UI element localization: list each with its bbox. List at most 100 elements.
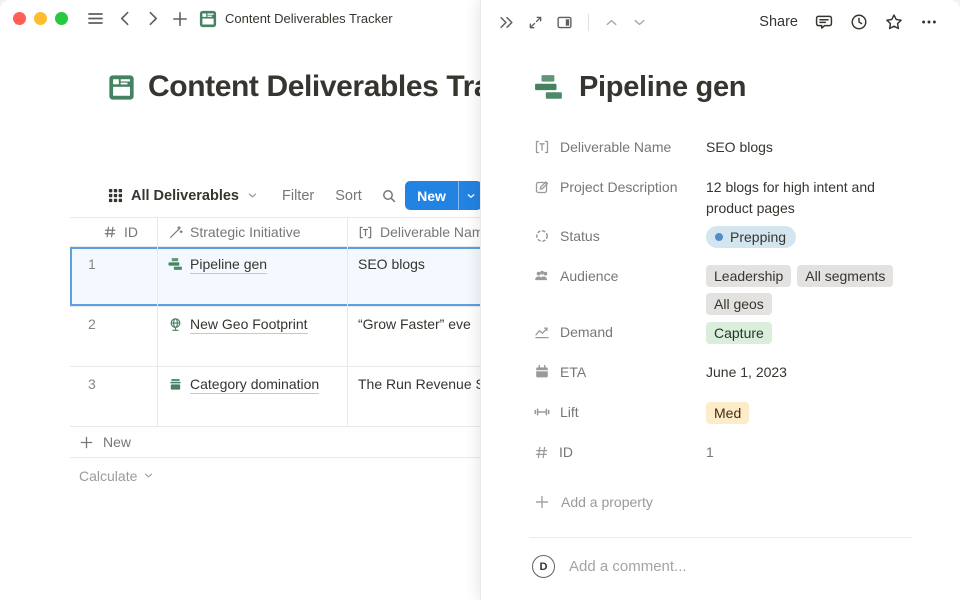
- star-icon[interactable]: [885, 13, 903, 31]
- tag-pill[interactable]: Leadership: [706, 265, 791, 287]
- expand-diagonal-icon[interactable]: [528, 15, 543, 30]
- sort-button[interactable]: Sort: [335, 188, 362, 204]
- view-toolbar: All Deliverables Filter Sort: [108, 181, 430, 210]
- table-row[interactable]: 1 Pipeline gen SEO blogs: [70, 247, 481, 307]
- cell-strategic-initiative[interactable]: Pipeline gen: [158, 247, 348, 306]
- property-value[interactable]: Med: [706, 401, 914, 424]
- property-label[interactable]: Audience: [534, 265, 706, 287]
- property-name: Project Description: [560, 179, 678, 195]
- cell-id[interactable]: 3: [70, 367, 158, 426]
- property-row-project-description: Project Description 12 blogs for high in…: [534, 176, 944, 219]
- select-pill[interactable]: Capture: [706, 322, 772, 344]
- titlebar: Content Deliverables Tracker: [0, 0, 481, 37]
- filter-button[interactable]: Filter: [282, 188, 314, 204]
- property-label[interactable]: Deliverable Name: [534, 136, 706, 158]
- database-icon: [199, 10, 217, 28]
- minimize-window-button[interactable]: [34, 12, 47, 25]
- wand-icon: [168, 225, 183, 240]
- page-peek-panel: Share Pipeline gen: [480, 0, 960, 600]
- property-value[interactable]: Leadership All segments All geos: [706, 265, 914, 315]
- page-link[interactable]: Pipeline gen: [190, 256, 267, 274]
- property-name: Deliverable Name: [560, 139, 671, 155]
- forward-icon[interactable]: [144, 10, 161, 27]
- add-row-button[interactable]: New: [70, 427, 481, 458]
- property-label[interactable]: ID: [534, 441, 706, 463]
- edit-icon: [534, 179, 550, 195]
- property-value[interactable]: 12 blogs for high intent and product pag…: [706, 176, 914, 219]
- column-header-strategic-initiative[interactable]: Strategic Initiative: [158, 218, 348, 246]
- column-header-deliverable-name[interactable]: Deliverable Name: [348, 218, 481, 246]
- panel-page-title[interactable]: Pipeline gen: [579, 71, 746, 104]
- page-title[interactable]: Content Deliverables Tracker: [148, 70, 481, 104]
- page-link[interactable]: Category domination: [190, 376, 319, 394]
- property-label[interactable]: Demand: [534, 321, 706, 343]
- add-property-button[interactable]: Add a property: [534, 485, 944, 519]
- sidebar-menu-icon[interactable]: [86, 9, 105, 28]
- view-selector[interactable]: All Deliverables: [108, 188, 258, 204]
- people-icon: [534, 268, 550, 284]
- column-header-id[interactable]: ID: [70, 218, 158, 246]
- comment-composer[interactable]: D Add a comment...: [532, 555, 687, 578]
- property-row-audience: Audience Leadership All segments All geo…: [534, 265, 944, 315]
- new-tab-icon[interactable]: [171, 10, 189, 28]
- property-label[interactable]: ETA: [534, 361, 706, 383]
- cell-deliverable-name[interactable]: “Grow Faster” eve: [348, 307, 481, 366]
- database-table: ID Strategic Initiative Deliverable Name…: [70, 217, 481, 493]
- add-property-label: Add a property: [561, 494, 653, 510]
- table-row[interactable]: 2 New Geo Footprint “Grow Faster” eve: [70, 307, 481, 367]
- comment-bubble-icon[interactable]: [815, 13, 833, 31]
- archive-icon: [168, 377, 183, 392]
- dumbbell-icon: [534, 404, 550, 420]
- property-value[interactable]: 1: [706, 441, 914, 463]
- status-pill[interactable]: Prepping: [706, 226, 796, 248]
- tag-pill[interactable]: All segments: [797, 265, 893, 287]
- property-name: ETA: [560, 364, 586, 380]
- chart-icon: [534, 324, 550, 340]
- gantt-chart-icon: [534, 73, 564, 103]
- property-label[interactable]: Status: [534, 225, 706, 247]
- double-chevron-right-icon[interactable]: [498, 14, 515, 31]
- chevron-up-icon[interactable]: [604, 15, 619, 30]
- cell-id[interactable]: 1: [70, 247, 158, 306]
- comment-input[interactable]: Add a comment...: [569, 558, 687, 575]
- property-label[interactable]: Project Description: [534, 176, 706, 198]
- search-icon[interactable]: [381, 188, 397, 204]
- close-window-button[interactable]: [13, 12, 26, 25]
- select-pill[interactable]: Med: [706, 402, 749, 424]
- window-title: Content Deliverables Tracker: [225, 11, 393, 26]
- cell-id[interactable]: 2: [70, 307, 158, 366]
- table-row[interactable]: 3 Category domination The Run Revenue S: [70, 367, 481, 427]
- property-value[interactable]: Capture: [706, 321, 914, 344]
- share-button[interactable]: Share: [759, 14, 798, 30]
- cell-strategic-initiative[interactable]: New Geo Footprint: [158, 307, 348, 366]
- hash-icon: [534, 445, 549, 460]
- status-dot: [715, 233, 723, 241]
- page-header: Content Deliverables Tracker: [108, 70, 481, 104]
- globe-icon: [168, 317, 183, 332]
- more-options-icon[interactable]: [920, 13, 938, 31]
- clock-icon[interactable]: [850, 13, 868, 31]
- new-record-button[interactable]: New: [405, 181, 481, 210]
- chevron-down-icon[interactable]: [632, 15, 647, 30]
- new-record-dropdown[interactable]: [459, 191, 481, 201]
- side-peek-icon[interactable]: [556, 14, 573, 31]
- back-icon[interactable]: [117, 10, 134, 27]
- column-label: ID: [124, 224, 138, 240]
- table-grid-icon: [108, 188, 123, 203]
- text-icon: [358, 225, 373, 240]
- property-row-status: Status Prepping: [534, 225, 944, 259]
- page-link[interactable]: New Geo Footprint: [190, 316, 308, 334]
- property-value[interactable]: June 1, 2023: [706, 361, 914, 383]
- zoom-window-button[interactable]: [55, 12, 68, 25]
- calculate-button[interactable]: Calculate: [70, 458, 481, 493]
- property-value[interactable]: SEO blogs: [706, 136, 914, 158]
- property-value[interactable]: Prepping: [706, 225, 914, 248]
- cell-deliverable-name[interactable]: SEO blogs: [348, 247, 481, 306]
- tag-pill[interactable]: All geos: [706, 293, 772, 315]
- add-row-label: New: [103, 434, 131, 450]
- cell-deliverable-name[interactable]: The Run Revenue S: [348, 367, 481, 426]
- table-header-row: ID Strategic Initiative Deliverable Name: [70, 217, 481, 247]
- property-row-id: ID 1: [534, 441, 944, 475]
- property-label[interactable]: Lift: [534, 401, 706, 423]
- cell-strategic-initiative[interactable]: Category domination: [158, 367, 348, 426]
